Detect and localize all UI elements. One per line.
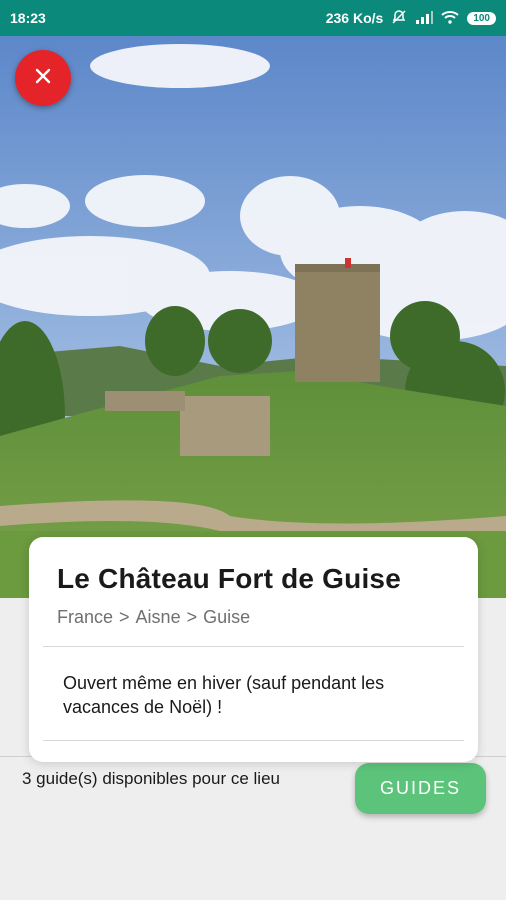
close-icon <box>34 67 52 90</box>
breadcrumb-city[interactable]: Guise <box>203 607 250 628</box>
signal-icon <box>415 10 434 27</box>
breadcrumb-region[interactable]: Aisne <box>136 607 181 628</box>
bell-off-icon <box>391 9 407 28</box>
guides-button[interactable]: GUIDES <box>355 763 486 814</box>
place-card: Le Château Fort de Guise France > Aisne … <box>29 537 478 762</box>
breadcrumb-separator: > <box>119 607 130 627</box>
status-bar: 18:23 236 Ko/s 100 <box>0 0 506 36</box>
status-time: 18:23 <box>10 10 46 26</box>
bottom-bar: 3 guide(s) disponibles pour ce lieu GUID… <box>0 756 506 900</box>
close-button[interactable] <box>15 50 71 106</box>
status-icons: 236 Ko/s 100 <box>326 9 496 28</box>
divider <box>43 740 464 741</box>
place-title: Le Château Fort de Guise <box>57 563 401 594</box>
breadcrumb-country[interactable]: France <box>57 607 113 628</box>
breadcrumb-separator: > <box>186 607 198 627</box>
place-description: Ouvert même en hiver (sauf pendant les v… <box>63 673 385 717</box>
guides-available-text: 3 guide(s) disponibles pour ce lieu <box>22 769 280 788</box>
hero-image <box>0 36 506 598</box>
castle-tower-photo <box>0 36 506 598</box>
battery-icon: 100 <box>467 11 496 25</box>
network-speed: 236 Ko/s <box>325 10 384 26</box>
wifi-icon <box>441 10 459 27</box>
breadcrumb: France > Aisne > Guise <box>57 607 450 628</box>
divider <box>43 646 464 647</box>
